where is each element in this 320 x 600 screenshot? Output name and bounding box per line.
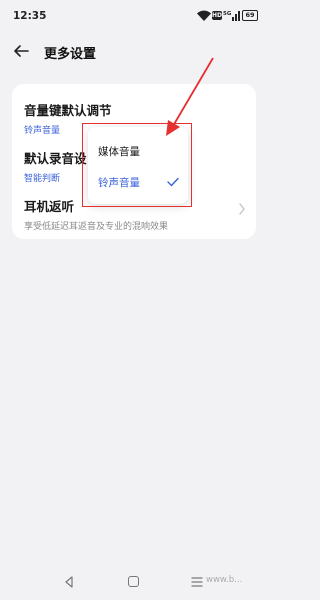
highlight-box <box>82 123 192 207</box>
hd-badge: HD <box>212 11 223 20</box>
setting-description: 享受低延迟耳返音及专业的混响效果 <box>24 222 169 232</box>
svg-text:5G: 5G <box>223 11 232 17</box>
back-arrow-icon[interactable] <box>12 42 30 60</box>
page-title: 更多设置 <box>44 47 97 62</box>
signal-icon: 5G <box>223 11 240 21</box>
watermark: www.b... <box>206 575 243 585</box>
nav-menu-icon[interactable] <box>191 576 203 588</box>
nav-back-icon[interactable] <box>64 576 74 588</box>
status-time: 12:35 <box>13 10 47 22</box>
wifi-icon <box>197 10 211 21</box>
nav-home-icon[interactable] <box>128 576 139 587</box>
status-bar: 12:35 HD 5G 69 <box>0 0 268 34</box>
battery-icon: 69 <box>242 10 258 21</box>
header: 更多设置 <box>0 34 268 70</box>
system-nav-bar: www.b... <box>0 566 268 600</box>
chevron-right-icon <box>239 203 245 215</box>
setting-title: 音量键默认调节 <box>24 103 112 118</box>
